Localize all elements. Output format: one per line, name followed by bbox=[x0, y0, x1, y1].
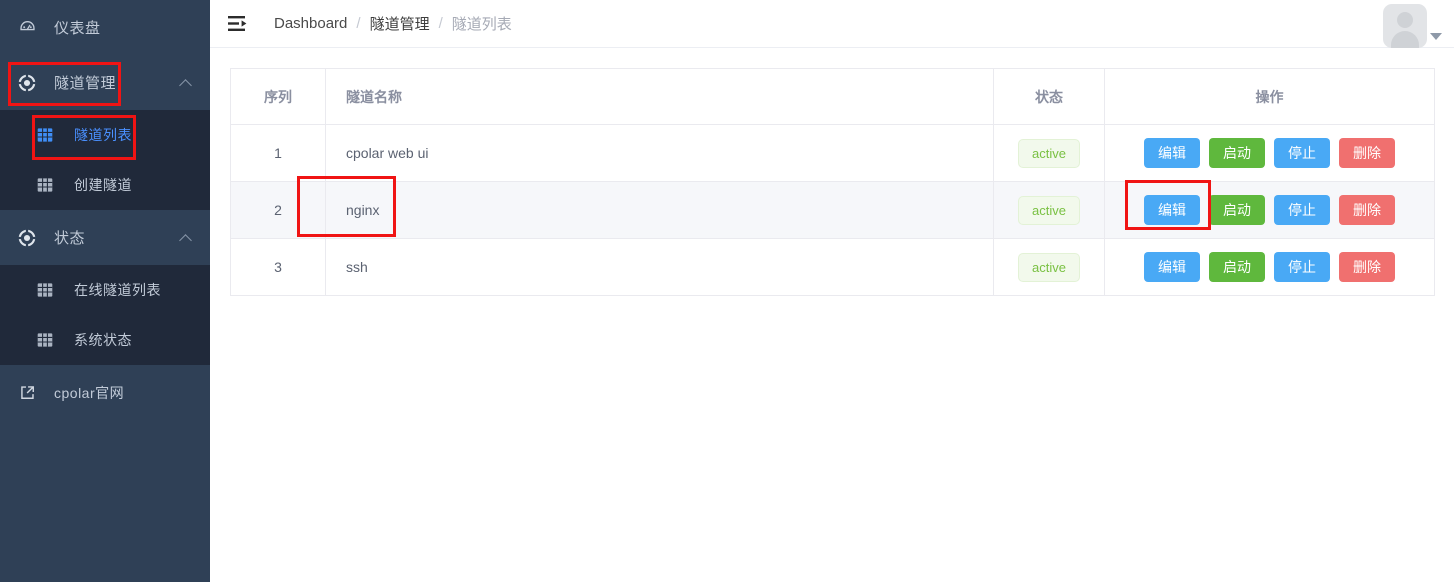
breadcrumb: Dashboard / 隧道管理 / 隧道列表 bbox=[274, 13, 512, 34]
avatar-body bbox=[1391, 31, 1419, 48]
avatar-head bbox=[1397, 12, 1413, 28]
cell-status: active bbox=[993, 124, 1105, 182]
submenu-status: 在线隧道列表 系统状态 bbox=[0, 265, 210, 365]
sidebar-item-tunnel-create[interactable]: 创建隧道 bbox=[0, 160, 210, 210]
stop-button[interactable]: 停止 bbox=[1274, 138, 1330, 168]
sidebar-item-dashboard[interactable]: 仪表盘 bbox=[0, 0, 210, 55]
action-button-group: 编辑 启动 停止 删除 bbox=[1105, 138, 1434, 168]
edit-button[interactable]: 编辑 bbox=[1144, 138, 1200, 168]
cell-name: ssh bbox=[325, 238, 994, 296]
table-header-index: 序列 bbox=[230, 68, 326, 125]
edit-button[interactable]: 编辑 bbox=[1144, 252, 1200, 282]
status-badge: active bbox=[1018, 252, 1080, 282]
cell-actions: 编辑 启动 停止 删除 bbox=[1105, 239, 1435, 296]
cell-status: active bbox=[993, 238, 1105, 296]
submenu-tunnel-manage: 隧道列表 创建隧道 bbox=[0, 110, 210, 210]
cell-name: cpolar web ui bbox=[325, 124, 994, 182]
sidebar-item-status[interactable]: 状态 bbox=[0, 210, 210, 265]
sidebar-item-label-system-status: 系统状态 bbox=[74, 332, 132, 348]
sidebar-item-label-tunnel-manage: 隧道管理 bbox=[54, 75, 117, 92]
cell-index: 3 bbox=[230, 238, 326, 296]
sidebar-item-label-cpolar-site: cpolar官网 bbox=[54, 384, 125, 401]
status-badge: active bbox=[1018, 138, 1080, 168]
sidebar-item-label-tunnel-list: 隧道列表 bbox=[74, 127, 132, 143]
delete-button[interactable]: 删除 bbox=[1339, 252, 1395, 282]
sidebar-item-online-tunnel-list[interactable]: 在线隧道列表 bbox=[0, 265, 210, 315]
breadcrumb-item-tunnel-manage[interactable]: 隧道管理 bbox=[370, 13, 430, 34]
cell-actions: 编辑 启动 停止 删除 bbox=[1104, 181, 1435, 239]
sidebar-item-label-online-tunnel-list: 在线隧道列表 bbox=[74, 282, 161, 298]
table-header-status: 状态 bbox=[993, 68, 1105, 125]
cell-index: 1 bbox=[230, 124, 326, 182]
grid-icon-tunnel-create bbox=[36, 176, 54, 194]
topbar: Dashboard / 隧道管理 / 隧道列表 bbox=[210, 0, 1454, 48]
grid-icon-tunnel-list bbox=[36, 126, 54, 144]
delete-button[interactable]: 删除 bbox=[1339, 138, 1395, 168]
status-icon bbox=[18, 229, 36, 247]
tunnel-table: 序列 隧道名称 状态 操作 1 cpolar web ui active 编辑 … bbox=[230, 68, 1435, 296]
start-button[interactable]: 启动 bbox=[1209, 195, 1265, 225]
action-button-group: 编辑 启动 停止 删除 bbox=[1105, 195, 1434, 225]
cell-index: 2 bbox=[230, 181, 326, 239]
dashboard-icon bbox=[18, 19, 36, 37]
table-row: 3 ssh active 编辑 启动 停止 删除 bbox=[230, 238, 1435, 296]
edit-button[interactable]: 编辑 bbox=[1144, 195, 1200, 225]
stop-button[interactable]: 停止 bbox=[1274, 252, 1330, 282]
sidebar-item-tunnel-list[interactable]: 隧道列表 bbox=[0, 110, 210, 160]
grid-icon-system-status bbox=[36, 331, 54, 349]
sidebar-item-label-dashboard: 仪表盘 bbox=[54, 20, 101, 37]
chevron-up-icon-tunnel-manage[interactable] bbox=[180, 77, 192, 89]
cell-name: nginx bbox=[325, 181, 994, 239]
main-area: Dashboard / 隧道管理 / 隧道列表 序列 隧道名称 状态 操作 1 … bbox=[210, 0, 1454, 582]
breadcrumb-item-dashboard[interactable]: Dashboard bbox=[274, 15, 347, 32]
action-button-group: 编辑 启动 停止 删除 bbox=[1105, 252, 1434, 282]
table-header-actions: 操作 bbox=[1104, 68, 1435, 125]
external-link-icon bbox=[18, 384, 36, 402]
sidebar-item-tunnel-manage[interactable]: 隧道管理 bbox=[0, 55, 210, 110]
delete-button[interactable]: 删除 bbox=[1339, 195, 1395, 225]
app-root: 仪表盘 隧道管理 隧道列表 创建隧道 状态 在线隧道列表 系统状态 cpolar… bbox=[0, 0, 1454, 582]
table-header-row: 序列 隧道名称 状态 操作 bbox=[230, 68, 1435, 125]
breadcrumb-separator-2: / bbox=[438, 15, 443, 32]
start-button[interactable]: 启动 bbox=[1209, 138, 1265, 168]
stop-button[interactable]: 停止 bbox=[1274, 195, 1330, 225]
sidebar-item-label-tunnel-create: 创建隧道 bbox=[74, 177, 132, 193]
avatar[interactable] bbox=[1383, 4, 1427, 48]
table-header-name: 隧道名称 bbox=[325, 68, 994, 125]
user-menu[interactable] bbox=[1383, 4, 1442, 48]
chevron-up-icon-status[interactable] bbox=[180, 232, 192, 244]
chevron-down-icon[interactable] bbox=[1430, 33, 1442, 40]
breadcrumb-separator-1: / bbox=[356, 15, 361, 32]
sidebar-item-system-status[interactable]: 系统状态 bbox=[0, 315, 210, 365]
content-area: 序列 隧道名称 状态 操作 1 cpolar web ui active 编辑 … bbox=[210, 48, 1454, 582]
menu-fold-icon[interactable] bbox=[224, 9, 254, 39]
grid-icon-online-tunnel-list bbox=[36, 281, 54, 299]
breadcrumb-item-tunnel-list: 隧道列表 bbox=[451, 16, 512, 33]
tunnel-icon bbox=[18, 74, 36, 92]
table-row: 1 cpolar web ui active 编辑 启动 停止 删除 bbox=[230, 124, 1435, 182]
status-badge: active bbox=[1018, 195, 1080, 225]
sidebar-item-label-status: 状态 bbox=[54, 230, 86, 247]
cell-status: active bbox=[993, 181, 1105, 239]
cell-actions: 编辑 启动 停止 删除 bbox=[1104, 124, 1435, 182]
sidebar-item-cpolar-site[interactable]: cpolar官网 bbox=[0, 365, 210, 420]
start-button[interactable]: 启动 bbox=[1209, 252, 1265, 282]
table-row: 2 nginx active 编辑 启动 停止 删除 bbox=[230, 181, 1435, 239]
sidebar: 仪表盘 隧道管理 隧道列表 创建隧道 状态 在线隧道列表 系统状态 cpolar… bbox=[0, 0, 210, 582]
